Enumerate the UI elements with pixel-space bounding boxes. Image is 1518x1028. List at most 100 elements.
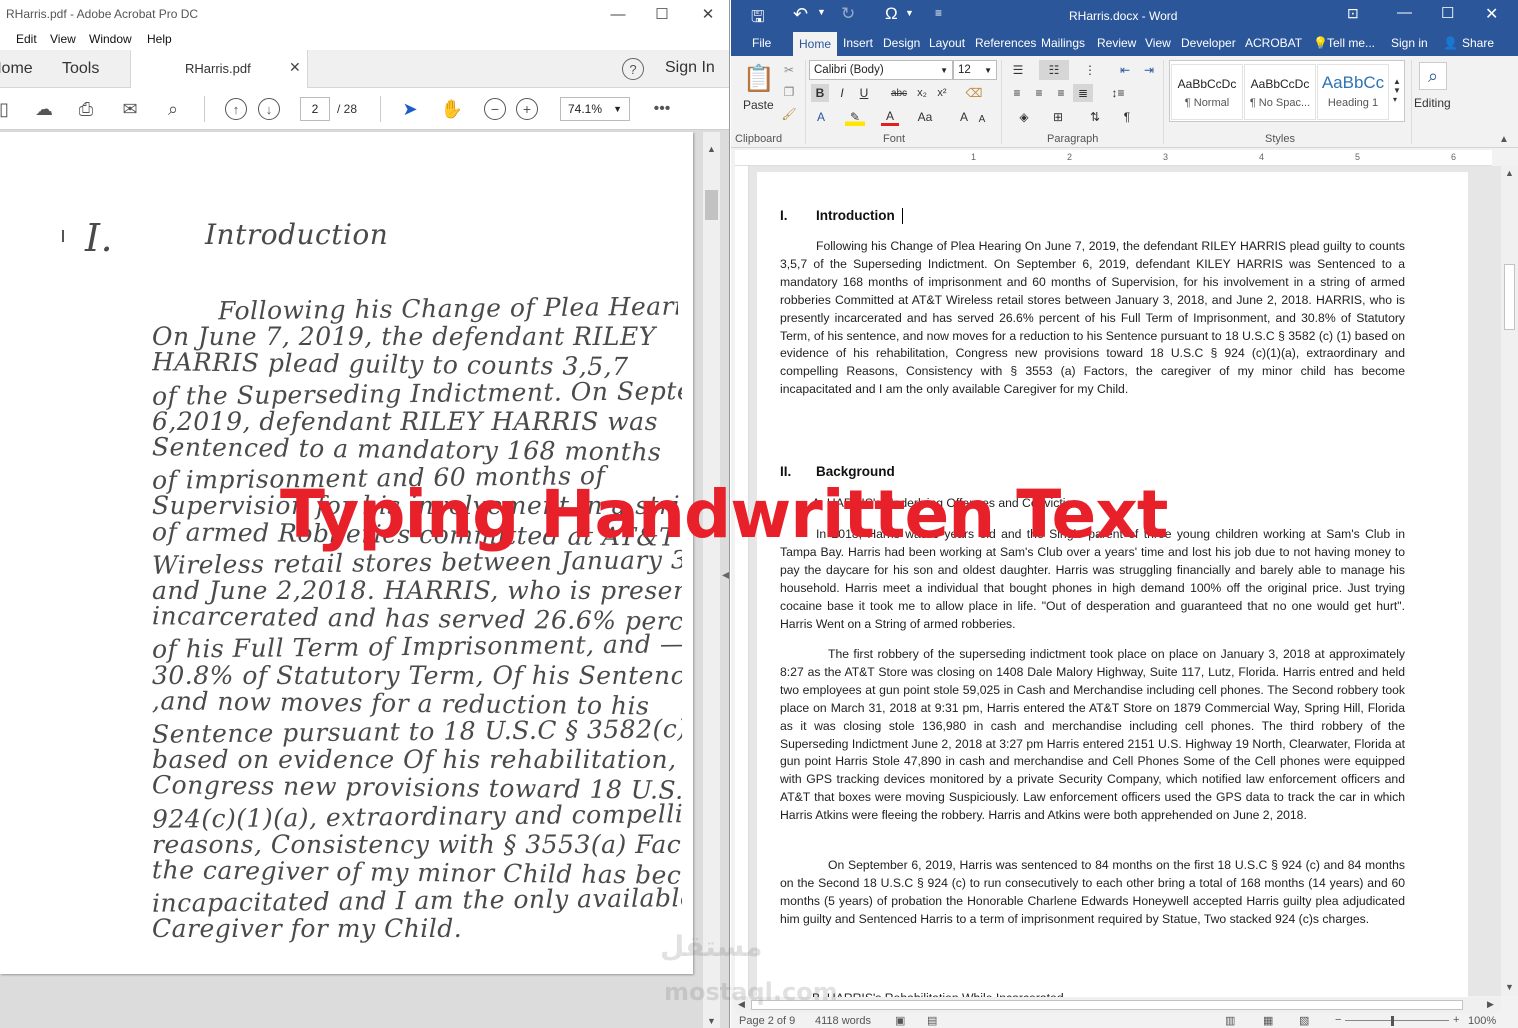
maximize-button[interactable]: ☐: [1441, 4, 1454, 22]
close-button[interactable]: ✕: [686, 0, 729, 28]
acrobat-vertical-scrollbar[interactable]: ▲ ▼: [703, 132, 720, 1028]
scrollbar-thumb[interactable]: [705, 190, 718, 220]
align-right-icon[interactable]: ≡: [1051, 84, 1071, 102]
styles-scroll-icon[interactable]: ▲ ▼ ▾: [1391, 62, 1403, 118]
tab-review[interactable]: Review: [1097, 36, 1136, 50]
sort-icon[interactable]: ⇅: [1085, 108, 1105, 126]
word-page[interactable]: I. Introduction Following his Change of …: [757, 172, 1468, 1005]
cut-icon[interactable]: ✂: [781, 62, 797, 78]
zoom-in-icon[interactable]: +: [1453, 1014, 1459, 1026]
tab-acrobat[interactable]: ACROBAT: [1245, 36, 1302, 50]
tab-tools[interactable]: Tools: [62, 50, 112, 88]
zoom-slider-thumb[interactable]: [1391, 1016, 1394, 1026]
style-heading-1[interactable]: AaBbCc Heading 1: [1317, 64, 1389, 120]
bullets-icon[interactable]: ☰: [1007, 60, 1029, 80]
proofing-icon[interactable]: ▣: [895, 1014, 905, 1027]
chevron-down-icon[interactable]: ▼: [905, 8, 914, 18]
zoom-level[interactable]: 100%: [1468, 1015, 1496, 1027]
scroll-down-icon[interactable]: ▼: [1505, 982, 1514, 992]
numbering-icon[interactable]: ☷: [1039, 60, 1069, 80]
select-arrow-icon[interactable]: ➤: [398, 98, 422, 120]
scroll-down-icon[interactable]: ▼: [707, 1016, 716, 1026]
save-icon[interactable]: 🖫: [751, 6, 765, 33]
increase-indent-icon[interactable]: ⇥: [1139, 60, 1159, 80]
macro-icon[interactable]: ▤: [927, 1014, 937, 1027]
scrollbar-thumb[interactable]: [751, 1000, 1463, 1010]
page-number-input[interactable]: 2: [300, 97, 330, 121]
decrease-indent-icon[interactable]: ⇤: [1115, 60, 1135, 80]
more-options-icon[interactable]: •••: [650, 98, 674, 120]
grow-font-icon[interactable]: A: [957, 108, 971, 126]
hand-tool-icon[interactable]: ✋: [440, 98, 464, 120]
word-count[interactable]: 4118 words: [815, 1015, 871, 1027]
menu-help[interactable]: Help: [147, 32, 172, 46]
align-center-icon[interactable]: ≡: [1029, 84, 1049, 102]
underline-icon[interactable]: U: [855, 84, 873, 102]
read-mode-icon[interactable]: ▥: [1225, 1014, 1235, 1027]
next-page-icon[interactable]: ↓: [258, 98, 280, 120]
scroll-up-icon[interactable]: ▲: [707, 144, 716, 154]
web-layout-icon[interactable]: ▧: [1299, 1014, 1309, 1027]
font-name-select[interactable]: Calibri (Body) ▼: [809, 60, 953, 80]
strikethrough-icon[interactable]: abc: [889, 84, 909, 102]
tab-mailings[interactable]: Mailings: [1041, 36, 1085, 50]
tab-references[interactable]: References: [975, 36, 1036, 50]
copy-icon[interactable]: ❐: [781, 84, 797, 100]
customize-toolbar-icon[interactable]: ≡: [935, 6, 942, 20]
zoom-slider[interactable]: [1345, 1020, 1449, 1021]
horizontal-ruler[interactable]: 1234567: [735, 150, 1492, 166]
tell-me-box[interactable]: Tell me...: [1327, 36, 1375, 50]
undo-icon[interactable]: ↶: [793, 4, 808, 25]
tab-document[interactable]: RHarris.pdf ✕: [130, 50, 308, 88]
save-icon[interactable]: ▯: [0, 98, 16, 120]
redo-icon[interactable]: ↻: [841, 4, 855, 24]
style-normal[interactable]: AaBbCcDc ¶ Normal: [1171, 64, 1243, 120]
upload-cloud-icon[interactable]: ☁: [32, 98, 56, 120]
vertical-ruler[interactable]: [735, 166, 749, 996]
superscript-icon[interactable]: x²: [933, 84, 951, 102]
text-effects-icon[interactable]: A: [811, 108, 831, 126]
italic-icon[interactable]: I: [833, 84, 851, 102]
multilevel-list-icon[interactable]: ⋮: [1075, 60, 1105, 80]
borders-icon[interactable]: ⊞: [1045, 108, 1071, 126]
editing-button[interactable]: Editing: [1414, 96, 1451, 110]
scroll-right-icon[interactable]: ▶: [1487, 999, 1494, 1010]
share-button[interactable]: Share: [1462, 36, 1494, 50]
word-vertical-scrollbar[interactable]: ▲ ▼: [1501, 166, 1518, 996]
zoom-out-icon[interactable]: −: [484, 98, 506, 120]
zoom-select[interactable]: 74.1% ▼: [560, 97, 630, 121]
tab-home[interactable]: Home: [0, 50, 48, 88]
tab-developer[interactable]: Developer: [1181, 36, 1236, 50]
page-count[interactable]: Page 2 of 9: [739, 1015, 795, 1027]
scroll-up-icon[interactable]: ▲: [1505, 168, 1514, 178]
minimize-button[interactable]: —: [1397, 4, 1412, 21]
clear-formatting-icon[interactable]: ⌫: [965, 84, 983, 102]
previous-page-icon[interactable]: ↑: [225, 98, 247, 120]
print-layout-icon[interactable]: ▦: [1263, 1014, 1273, 1027]
close-tab-icon[interactable]: ✕: [289, 59, 301, 76]
shading-icon[interactable]: ◈: [1011, 108, 1037, 126]
zoom-out-icon[interactable]: −: [1335, 1014, 1341, 1026]
show-paragraph-marks-icon[interactable]: ¶: [1117, 108, 1137, 126]
format-painter-icon[interactable]: 🖌: [781, 106, 797, 122]
font-color-icon[interactable]: A: [881, 108, 899, 126]
line-spacing-icon[interactable]: ↕≡: [1105, 84, 1131, 102]
email-icon[interactable]: ✉: [118, 98, 142, 120]
bold-icon[interactable]: B: [811, 84, 829, 102]
ribbon-display-icon[interactable]: ⊡: [1347, 5, 1359, 22]
menu-window[interactable]: Window: [89, 32, 132, 46]
minimize-button[interactable]: —: [596, 0, 640, 28]
print-icon[interactable]: ⎙: [74, 98, 98, 120]
highlight-icon[interactable]: ✎: [845, 108, 865, 126]
zoom-in-icon[interactable]: +: [516, 98, 538, 120]
tab-file[interactable]: File: [752, 36, 771, 50]
symbol-omega-icon[interactable]: Ω: [885, 4, 898, 24]
collapse-ribbon-icon[interactable]: ▲: [1499, 134, 1509, 145]
chevron-down-icon[interactable]: ▼: [817, 7, 826, 17]
search-icon[interactable]: ⌕: [161, 98, 185, 120]
change-case-icon[interactable]: Aa: [913, 108, 937, 126]
help-icon[interactable]: ?: [622, 58, 644, 80]
close-button[interactable]: ✕: [1485, 4, 1498, 24]
style-no-spacing[interactable]: AaBbCcDc ¶ No Spac...: [1244, 64, 1316, 120]
tab-insert[interactable]: Insert: [843, 36, 873, 50]
